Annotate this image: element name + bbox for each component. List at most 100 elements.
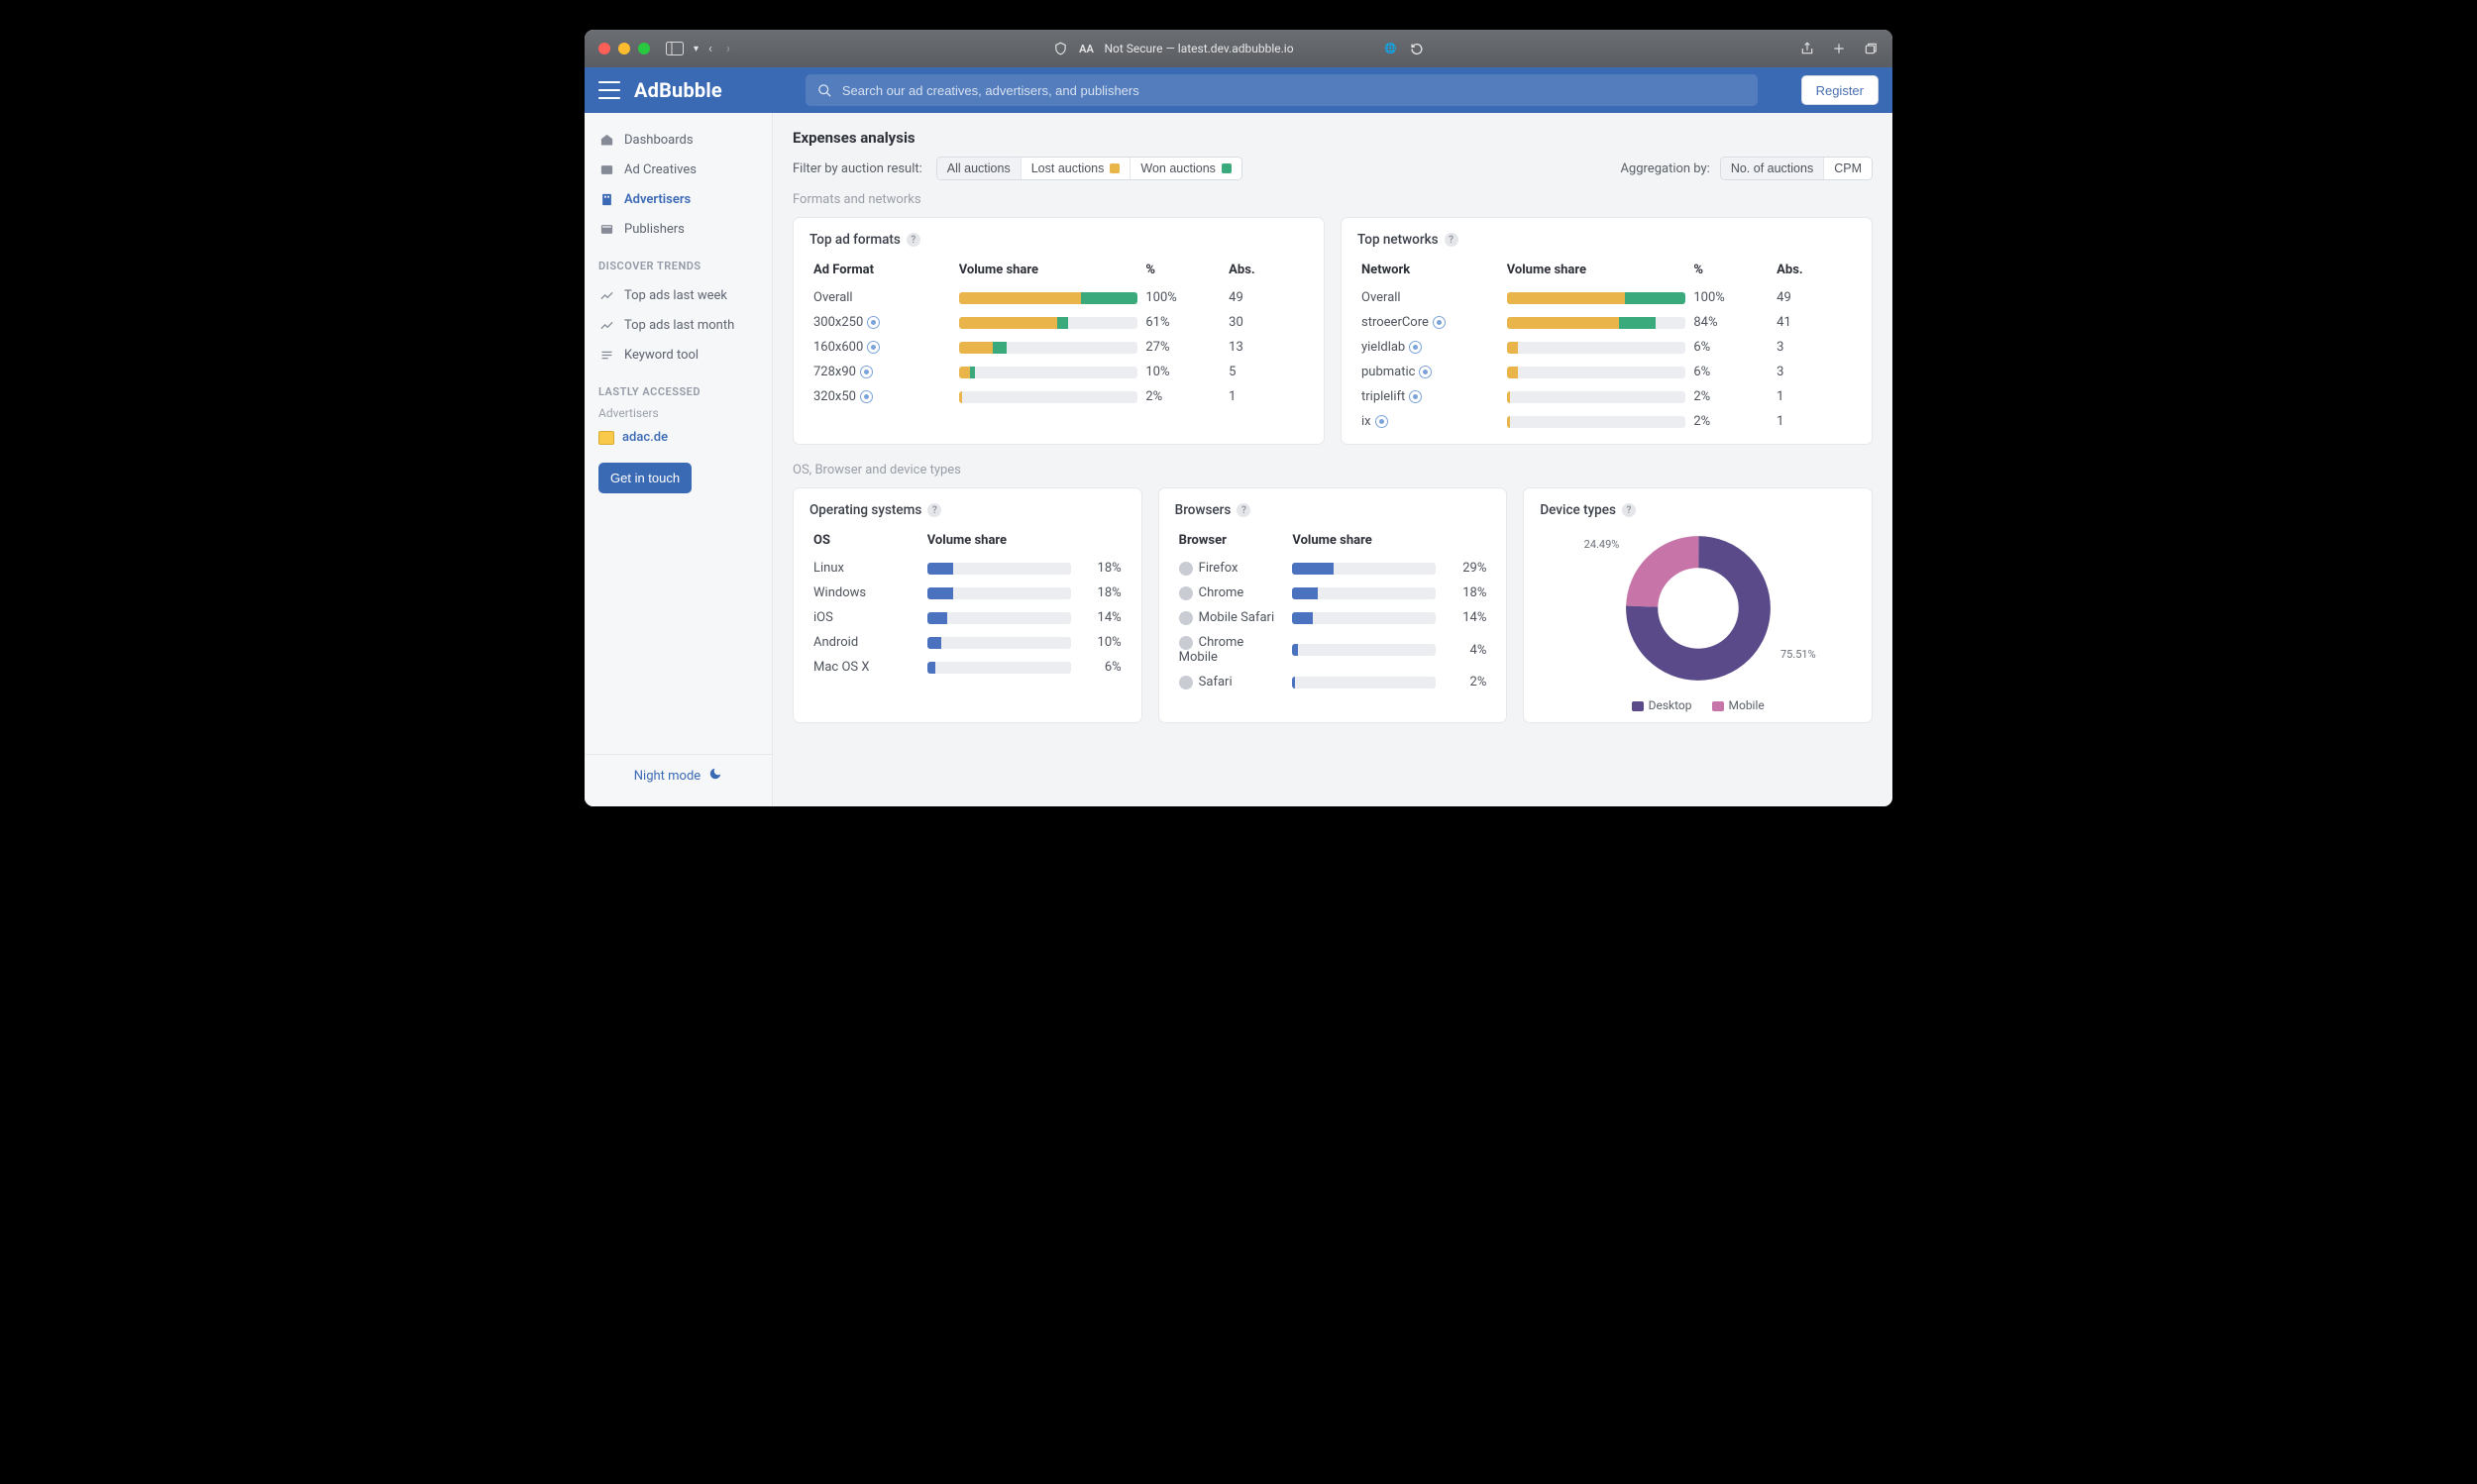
volume-bar	[1507, 367, 1686, 378]
target-icon	[860, 366, 873, 378]
sidebar-item-label: Advertisers	[624, 192, 691, 207]
tabs-icon[interactable]	[1863, 41, 1879, 56]
minimize-icon[interactable]	[618, 43, 630, 54]
col-header: Volume share	[955, 258, 1142, 285]
row-link[interactable]: 320x50	[813, 389, 873, 404]
sidebar-item-top-ads-last-month[interactable]: Top ads last month	[585, 310, 772, 340]
night-mode-label: Night mode	[634, 769, 700, 784]
volume-bar	[959, 391, 1138, 403]
pct-cell: 2%	[1689, 409, 1773, 434]
table-row: Overall 100% 49	[1357, 285, 1856, 310]
search-input[interactable]	[842, 83, 1746, 98]
legend-desktop: Desktop	[1649, 698, 1692, 712]
row-link[interactable]: 728x90	[813, 365, 873, 379]
filter-lost[interactable]: Lost auctions	[1022, 158, 1131, 179]
sidebar-item-dashboards[interactable]: Dashboards	[585, 125, 772, 155]
recent-item[interactable]: adac.de	[585, 426, 772, 449]
col-header: %	[1141, 258, 1225, 285]
target-icon	[1409, 341, 1422, 354]
row-link[interactable]: yieldlab	[1361, 340, 1422, 355]
help-icon[interactable]: ?	[1237, 503, 1250, 517]
table-row: Windows 18%	[809, 581, 1126, 605]
browser-icon	[1179, 586, 1193, 600]
row-link[interactable]: ix	[1361, 414, 1388, 429]
get-in-touch-button[interactable]: Get in touch	[598, 463, 692, 493]
zoom-icon[interactable]	[638, 43, 650, 54]
volume-bar	[1292, 587, 1436, 599]
table-row: Linux 18%	[809, 556, 1126, 581]
nav-forward-icon[interactable]: ›	[726, 42, 730, 56]
share-icon[interactable]	[1799, 41, 1815, 56]
col-header: Ad Format	[809, 258, 955, 285]
translate-icon[interactable]: 🌐	[1383, 41, 1399, 56]
help-icon[interactable]: ?	[907, 233, 920, 247]
table-row: Safari 2%	[1175, 670, 1491, 694]
browser-icon	[1179, 562, 1193, 576]
col-header: Volume share	[1503, 258, 1690, 285]
register-button[interactable]: Register	[1801, 75, 1879, 105]
table-row: Chrome Mobile 4%	[1175, 630, 1491, 670]
volume-bar	[1292, 563, 1436, 575]
night-mode-toggle[interactable]: Night mode	[585, 754, 772, 796]
abs-cell: 3	[1773, 360, 1856, 384]
filter-label: Filter by auction result:	[793, 161, 922, 176]
target-icon	[1409, 390, 1422, 403]
new-tab-icon[interactable]	[1831, 41, 1847, 56]
row-name: Firefox	[1199, 561, 1238, 576]
sidebar-item-ad-creatives[interactable]: Ad Creatives	[585, 155, 772, 184]
sidebar-item-top-ads-last-week[interactable]: Top ads last week	[585, 280, 772, 310]
shield-icon[interactable]	[1052, 41, 1068, 56]
table-row: triplelift 2% 1	[1357, 384, 1856, 409]
help-icon[interactable]: ?	[1445, 233, 1458, 247]
nav-icon	[598, 287, 614, 303]
table-row: Chrome 18%	[1175, 581, 1491, 605]
chevron-down-icon[interactable]: ▾	[694, 44, 699, 54]
text-size-icon[interactable]: AA	[1078, 41, 1094, 56]
row-link[interactable]: triplelift	[1361, 389, 1422, 404]
app-header: AdBubble Register	[585, 67, 1892, 113]
search-icon	[817, 83, 832, 98]
row-link[interactable]: stroeerCore	[1361, 315, 1446, 330]
table-row: Firefox 29%	[1175, 556, 1491, 581]
filter-won[interactable]: Won auctions	[1131, 158, 1241, 179]
recent-subtitle: Advertisers	[585, 404, 772, 426]
row-name: iOS	[813, 610, 833, 625]
help-icon[interactable]: ?	[1622, 503, 1636, 517]
nav-back-icon[interactable]: ‹	[708, 42, 712, 56]
agg-cpm[interactable]: CPM	[1824, 158, 1872, 179]
reload-icon[interactable]	[1409, 41, 1425, 56]
volume-bar	[927, 563, 1071, 575]
app-logo[interactable]: AdBubble	[634, 78, 722, 102]
donut-label-mobile: 24.49%	[1584, 538, 1620, 551]
donut-chart	[1624, 534, 1773, 683]
filter-all[interactable]: All auctions	[937, 158, 1022, 179]
section-formats-label: Formats and networks	[793, 192, 1873, 207]
abs-cell: 13	[1225, 335, 1308, 360]
nav-icon	[598, 132, 614, 148]
menu-icon[interactable]	[598, 81, 620, 99]
pct-cell: 10%	[1141, 360, 1225, 384]
top-networks-card: Top networks? NetworkVolume share%Abs. O…	[1341, 217, 1873, 445]
sidebar-toggle-icon[interactable]: ▾	[666, 42, 699, 55]
row-link[interactable]: 300x250	[813, 315, 880, 330]
nav-icon	[598, 347, 614, 363]
browser-card: Browsers? BrowserVolume share Firefox 29…	[1158, 487, 1508, 723]
sidebar-item-publishers[interactable]: Publishers	[585, 214, 772, 244]
col-header: Browser	[1175, 528, 1289, 556]
sidebar-item-advertisers[interactable]: Advertisers	[585, 184, 772, 214]
volume-bar	[1507, 391, 1686, 403]
aggregation-label: Aggregation by:	[1620, 161, 1709, 176]
row-name: Overall	[813, 290, 853, 305]
row-link[interactable]: pubmatic	[1361, 365, 1432, 379]
close-icon[interactable]	[598, 43, 610, 54]
help-icon[interactable]: ?	[927, 503, 941, 517]
row-link[interactable]: 160x600	[813, 340, 880, 355]
sidebar-item-keyword-tool[interactable]: Keyword tool	[585, 340, 772, 370]
agg-auctions[interactable]: No. of auctions	[1721, 158, 1824, 179]
pct-cell: 29%	[1440, 556, 1490, 581]
window-controls	[598, 43, 650, 54]
pct-cell: 10%	[1075, 630, 1126, 655]
card-title-text: Device types	[1540, 502, 1616, 518]
trends-heading: DISCOVER TRENDS	[585, 246, 772, 278]
donut-label-desktop: 75.51%	[1780, 648, 1816, 661]
